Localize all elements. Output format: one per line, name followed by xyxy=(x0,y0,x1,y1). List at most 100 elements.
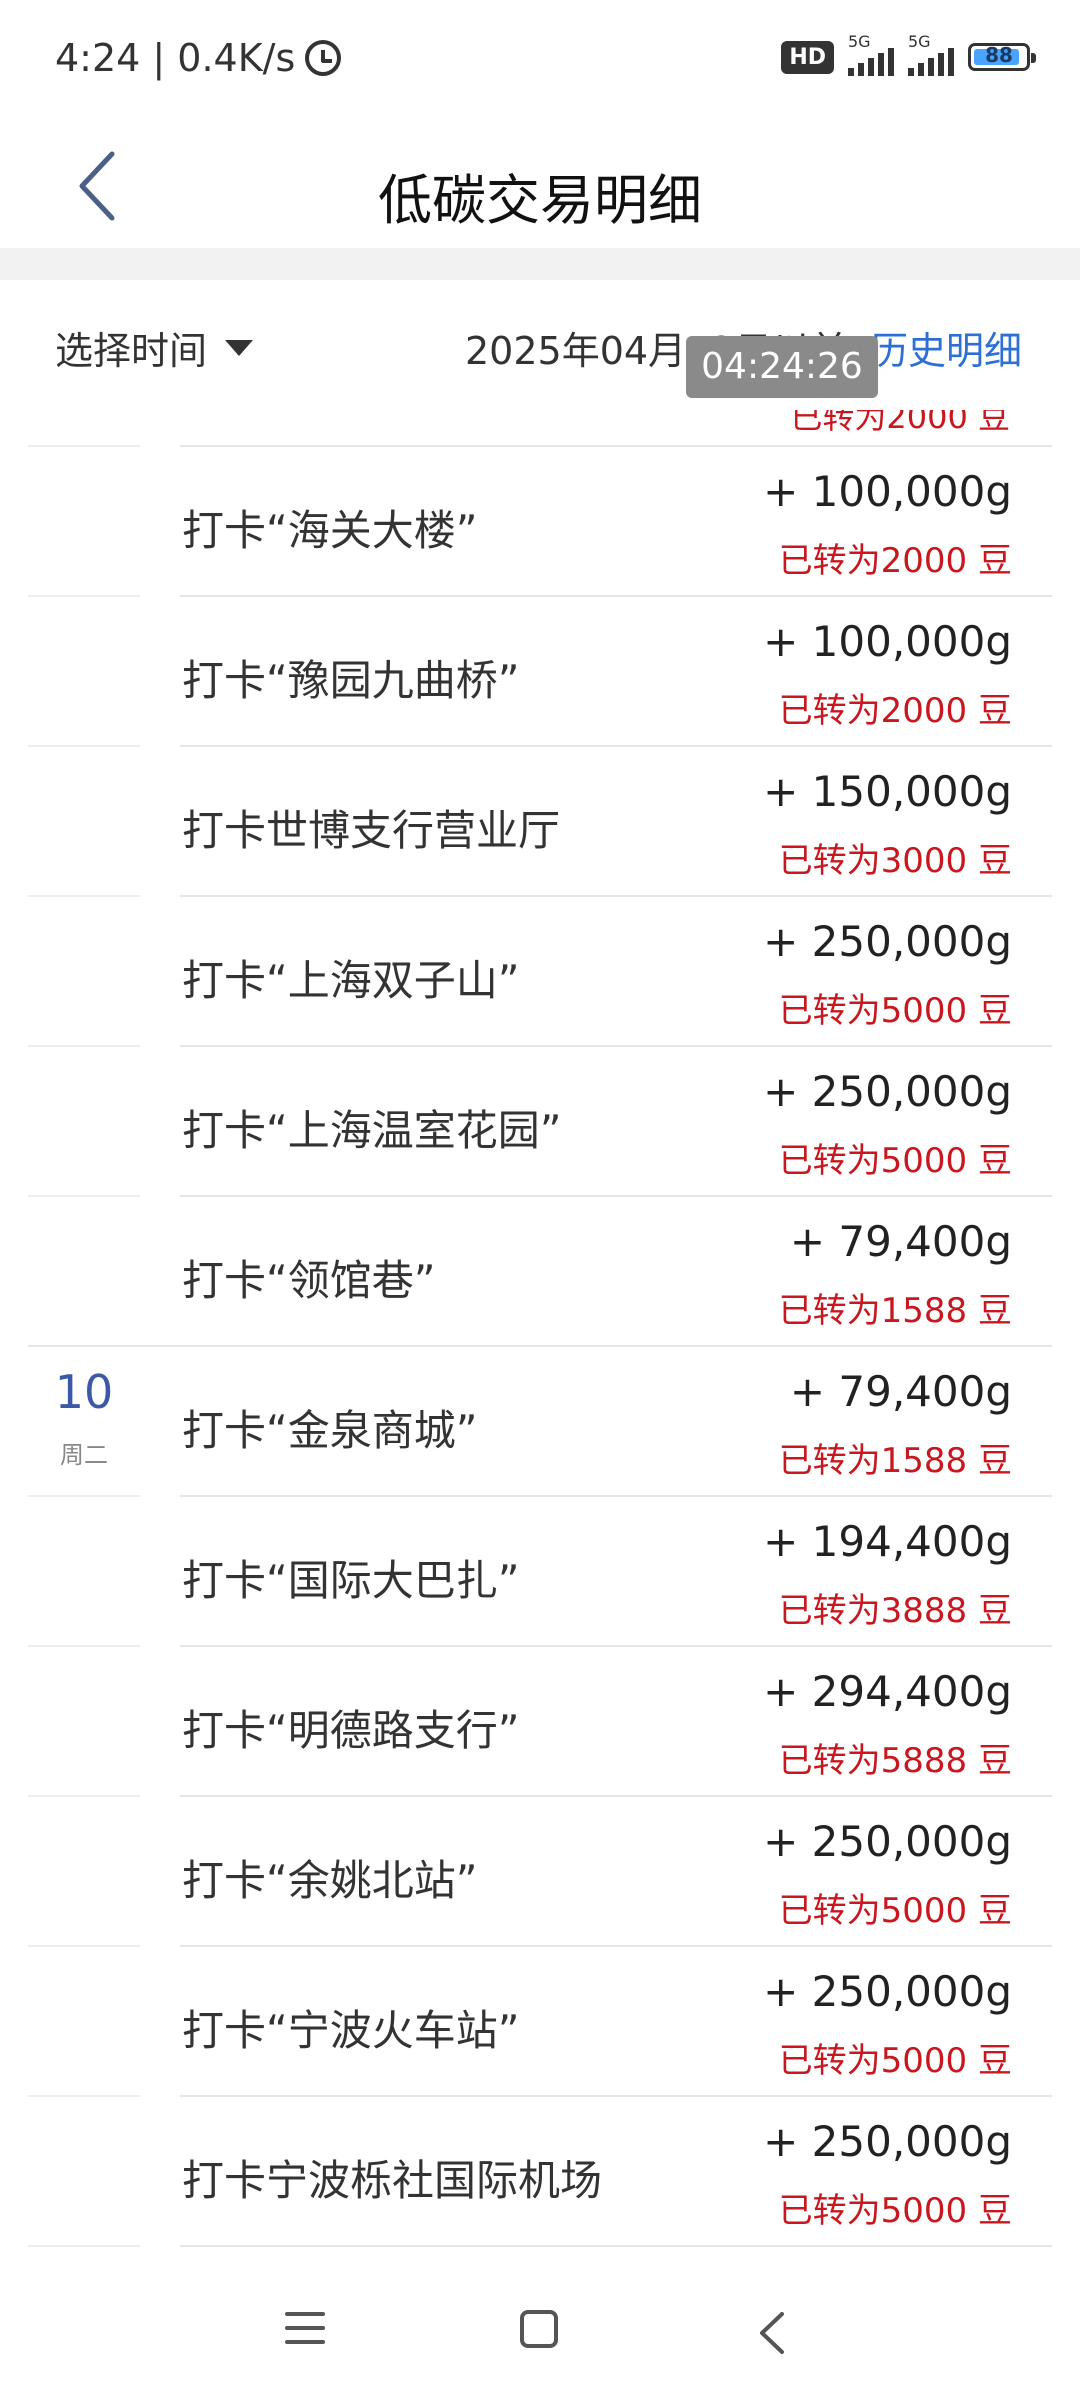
transaction-row[interactable]: 打卡“明德路支行” + 294,400g 已转为5888 豆 xyxy=(0,1645,1080,1795)
transaction-name: 打卡“明德路支行” xyxy=(182,1706,520,1755)
row-divider xyxy=(180,2245,1052,2247)
transaction-amount: + 250,000g xyxy=(763,2117,1012,2166)
transaction-row[interactable]: 打卡“宁波火车站” + 250,000g 已转为5000 豆 xyxy=(0,1945,1080,2095)
transaction-row[interactable] xyxy=(0,2245,1080,2270)
transaction-converted: 已转为3000 豆 xyxy=(778,841,1012,881)
transaction-name: 打卡“海关大楼” xyxy=(182,506,478,555)
transaction-name: 打卡“余姚北站” xyxy=(182,1856,478,1905)
battery-icon: 88 xyxy=(968,43,1036,71)
transaction-name: 打卡“上海温室花园” xyxy=(182,1106,562,1155)
transaction-name: 打卡“宁波火车站” xyxy=(182,2006,520,2055)
transaction-converted: 已转为5000 豆 xyxy=(778,991,1012,1031)
transaction-converted: 已转为3888 豆 xyxy=(778,1591,1012,1631)
sim2-label: 5G xyxy=(908,32,931,51)
transaction-row[interactable]: 打卡宁波栎社国际机场 + 250,000g 已转为5000 豆 xyxy=(0,2095,1080,2245)
transaction-amount: + 194,400g xyxy=(763,1517,1012,1566)
row-divider xyxy=(180,1495,1052,1497)
row-divider xyxy=(180,1795,1052,1797)
menu-icon[interactable] xyxy=(285,2312,325,2352)
transaction-converted: 已转为1588 豆 xyxy=(778,1441,1012,1481)
partial-converted-text: 已转为2000 豆 xyxy=(790,410,1010,436)
status-bar: 4:24 | 0.4K/s HD 5G 5G 88 xyxy=(0,0,1080,124)
date-column-divider xyxy=(28,1795,140,1797)
transaction-converted: 已转为1588 豆 xyxy=(778,1291,1012,1331)
transaction-amount: + 250,000g xyxy=(763,1817,1012,1866)
transaction-row[interactable]: 打卡“海关大楼” + 100,000g 已转为2000 豆 xyxy=(0,445,1080,595)
home-square-icon[interactable] xyxy=(520,2310,558,2348)
transaction-amount: + 100,000g xyxy=(763,617,1012,666)
history-details-link[interactable]: 历史明细 xyxy=(870,320,1022,375)
transaction-converted: 已转为5000 豆 xyxy=(778,1891,1012,1931)
transaction-row[interactable]: 打卡“领馆巷” + 79,400g 已转为1588 豆 xyxy=(0,1195,1080,1345)
date-column-divider xyxy=(28,745,140,747)
transaction-amount: + 250,000g xyxy=(763,917,1012,966)
transaction-name: 打卡世博支行营业厅 xyxy=(182,806,561,855)
transaction-amount: + 250,000g xyxy=(763,1967,1012,2016)
date-column-divider xyxy=(28,1645,140,1647)
status-time-speed: 4:24 | 0.4K/s xyxy=(55,36,296,80)
transaction-amount: + 250,000g xyxy=(763,1067,1012,1116)
transaction-amount: + 150,000g xyxy=(763,767,1012,816)
date-column-divider xyxy=(28,1045,140,1047)
row-divider xyxy=(180,595,1052,597)
transaction-name: 打卡“国际大巴扎” xyxy=(182,1556,520,1605)
date-column-divider xyxy=(28,445,140,447)
date-column-divider xyxy=(28,895,140,897)
transaction-row[interactable]: 10 周二 打卡“金泉商城” + 79,400g 已转为1588 豆 xyxy=(0,1345,1080,1495)
transaction-list[interactable]: 已转为2000 豆 打卡“海关大楼” + 100,000g 已转为2000 豆 … xyxy=(0,410,1080,2270)
transaction-row[interactable]: 打卡“豫园九曲桥” + 100,000g 已转为2000 豆 xyxy=(0,595,1080,745)
select-time-label: 选择时间 xyxy=(55,329,208,373)
row-divider xyxy=(180,1645,1052,1647)
transaction-row[interactable]: 打卡“上海温室花园” + 250,000g 已转为5000 豆 xyxy=(0,1045,1080,1195)
battery-level: 88 xyxy=(985,43,1013,67)
date-day: 10 xyxy=(54,1365,114,1419)
date-column-divider xyxy=(28,1495,140,1497)
transaction-row[interactable]: 打卡世博支行营业厅 + 150,000g 已转为3000 豆 xyxy=(0,745,1080,895)
sim1-label: 5G xyxy=(848,32,871,51)
transaction-name: 打卡宁波栎社国际机场 xyxy=(182,2156,603,2205)
header-divider xyxy=(0,248,1080,280)
transaction-amount: + 79,400g xyxy=(789,1217,1012,1266)
transaction-row[interactable]: 打卡“上海双子山” + 250,000g 已转为5000 豆 xyxy=(0,895,1080,1045)
date-column-divider xyxy=(28,1945,140,1947)
row-divider xyxy=(180,1045,1052,1047)
select-time-dropdown[interactable]: 选择时间 xyxy=(55,320,254,375)
row-divider xyxy=(28,1345,1052,1347)
transaction-amount: + 294,400g xyxy=(763,1667,1012,1716)
transaction-amount: + 100,000g xyxy=(763,467,1012,516)
date-column-divider xyxy=(28,2095,140,2097)
row-divider xyxy=(180,745,1052,747)
system-nav-bar xyxy=(0,2270,1080,2400)
date-weekday: 周二 xyxy=(60,1441,108,1469)
app-header: 低碳交易明细 xyxy=(0,124,1080,248)
row-divider xyxy=(180,1195,1052,1197)
signal-sim2-icon: 5G xyxy=(908,32,954,76)
dropdown-triangle-icon xyxy=(225,339,254,356)
status-left: 4:24 | 0.4K/s xyxy=(55,36,342,80)
transaction-converted: 已转为5000 豆 xyxy=(778,2041,1012,2081)
transaction-amount: + 79,400g xyxy=(789,1367,1012,1416)
signal-sim1-icon: 5G xyxy=(848,32,894,76)
date-column-divider xyxy=(28,1195,140,1197)
date-column-divider xyxy=(28,595,140,597)
transaction-converted: 已转为5000 豆 xyxy=(778,2191,1012,2231)
transaction-row[interactable]: 打卡“国际大巴扎” + 194,400g 已转为3888 豆 xyxy=(0,1495,1080,1645)
transaction-converted: 已转为2000 豆 xyxy=(778,691,1012,731)
nav-back-icon[interactable] xyxy=(752,2308,792,2358)
transaction-name: 打卡“金泉商城” xyxy=(182,1406,478,1455)
transaction-name: 打卡“上海双子山” xyxy=(182,956,520,1005)
row-divider xyxy=(180,1945,1052,1947)
transaction-name: 打卡“豫园九曲桥” xyxy=(182,656,520,705)
row-divider xyxy=(180,2095,1052,2097)
transaction-converted: 已转为5888 豆 xyxy=(778,1741,1012,1781)
page-title: 低碳交易明细 xyxy=(378,169,702,232)
transaction-converted: 已转为2000 豆 xyxy=(778,541,1012,581)
row-divider xyxy=(180,895,1052,897)
transaction-converted: 已转为5000 豆 xyxy=(778,1141,1012,1181)
status-right: HD 5G 5G 88 xyxy=(781,32,1036,76)
date-column-divider xyxy=(28,2245,140,2247)
alarm-icon xyxy=(305,40,342,76)
screenshot-timestamp-overlay: 04:24:26 xyxy=(686,336,878,398)
hd-icon: HD xyxy=(781,40,834,74)
transaction-row[interactable]: 打卡“余姚北站” + 250,000g 已转为5000 豆 xyxy=(0,1795,1080,1945)
